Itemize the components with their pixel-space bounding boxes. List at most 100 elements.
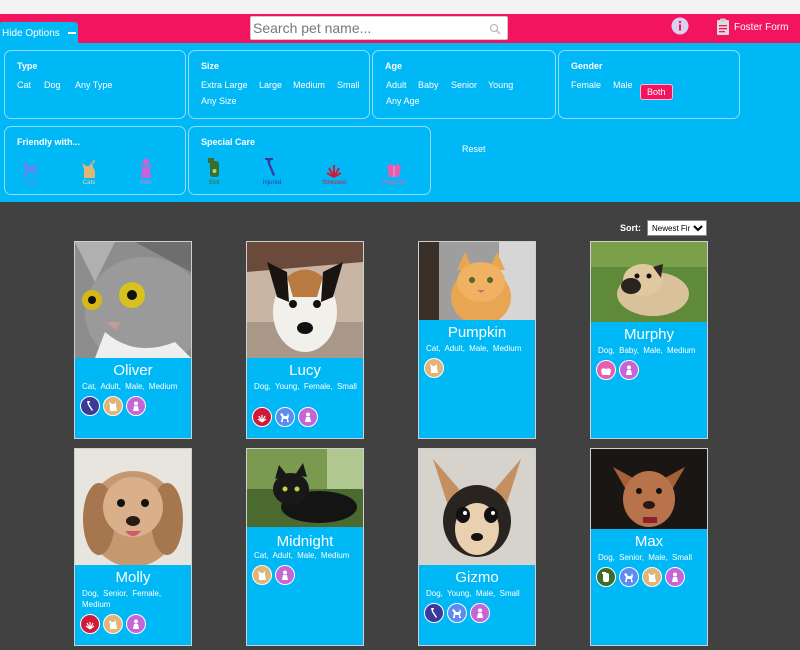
page-title-cutoff	[72, 0, 77, 11]
pet-card-midnight[interactable]: Midnight Cat, Adult, Male, Medium	[246, 448, 364, 646]
stressed-icon	[252, 407, 272, 427]
size-title: Size	[201, 61, 220, 71]
filter-options-panel: Hide Options Type Cat Dog Any Type Size …	[0, 22, 800, 202]
gender-option-male[interactable]: Male	[613, 80, 633, 90]
age-option-young[interactable]: Young	[488, 80, 513, 90]
foster-form-label: Foster Form	[734, 21, 789, 33]
pet-card-pumpkin[interactable]: Pumpkin Cat, Adult, Male, Medium	[418, 241, 536, 439]
size-option-small[interactable]: Small	[337, 80, 360, 90]
top-strip	[0, 0, 800, 14]
care-injured-option[interactable]: Injured	[257, 157, 287, 186]
pet-badges	[252, 407, 318, 427]
minus-icon	[67, 32, 76, 34]
kids-icon	[139, 158, 153, 178]
age-filter: Age Adult Baby Senior Young Any Age	[372, 50, 556, 119]
pet-card-lucy[interactable]: Lucy Dog, Young, Female, Small	[246, 241, 364, 439]
sort-control: Sort: Newest First	[620, 220, 707, 236]
friendly-title: Friendly with...	[17, 137, 81, 147]
age-option-any[interactable]: Any Age	[386, 96, 420, 106]
pet-photo-murphy	[591, 242, 707, 322]
pet-card-murphy[interactable]: Murphy Dog, Baby, Male, Medium	[590, 241, 708, 439]
kids-icon	[275, 565, 295, 585]
care-pregnant-option[interactable]: Pregnant	[379, 157, 409, 186]
cat-icon	[103, 614, 123, 634]
pet-desc: Dog, Young, Male, Small	[426, 589, 520, 598]
gender-option-both[interactable]: Both	[640, 84, 673, 100]
gender-filter: Gender Female Male Both	[558, 50, 740, 119]
kids-icon	[665, 567, 685, 587]
age-option-adult[interactable]: Adult	[386, 80, 407, 90]
search-icon[interactable]	[489, 23, 501, 35]
info-icon[interactable]	[671, 17, 689, 35]
friendly-kids-option[interactable]: Kids	[131, 157, 161, 186]
search-box	[250, 16, 508, 40]
age-option-baby[interactable]: Baby	[418, 80, 439, 90]
friendly-dogs-label: Dogs	[22, 180, 37, 186]
sort-select[interactable]: Newest First	[647, 220, 707, 236]
injured-icon	[424, 603, 444, 623]
pet-card-oliver[interactable]: Oliver Cat, Adult, Male, Medium	[74, 241, 192, 439]
gender-option-female[interactable]: Female	[571, 80, 601, 90]
pet-badges	[596, 360, 639, 380]
pet-badges	[80, 396, 146, 416]
cat-icon	[103, 396, 123, 416]
size-filter: Size Extra Large Large Medium Small Any …	[188, 50, 370, 119]
pregnant-icon	[596, 360, 616, 380]
kids-icon	[126, 396, 146, 416]
injured-icon	[80, 396, 100, 416]
age-option-senior[interactable]: Senior	[451, 80, 477, 90]
size-option-xl[interactable]: Extra Large	[201, 80, 248, 90]
pet-card-molly[interactable]: Molly Dog, Senior, Female, Medium	[74, 448, 192, 646]
friendly-cats-option[interactable]: Cats	[74, 157, 104, 186]
cat-icon	[424, 358, 444, 378]
stressed-icon	[80, 614, 100, 634]
size-option-medium[interactable]: Medium	[293, 80, 325, 90]
type-filter: Type Cat Dog Any Type	[4, 50, 186, 119]
pet-photo-gizmo	[419, 449, 535, 565]
pet-card-gizmo[interactable]: Gizmo Dog, Young, Male, Small	[418, 448, 536, 646]
pet-desc: Dog, Senior, Female, Medium	[82, 589, 162, 609]
care-injured-label: Injured	[262, 180, 282, 186]
pet-desc: Dog, Baby, Male, Medium	[598, 346, 696, 355]
foster-form-button[interactable]: Foster Form	[716, 18, 788, 36]
pet-desc: Dog, Young, Female, Small	[254, 382, 357, 391]
dog-icon	[619, 567, 639, 587]
pet-name: Pumpkin	[447, 324, 507, 341]
pet-badges	[424, 358, 444, 378]
special-care-title: Special Care	[201, 137, 256, 147]
pet-card-max[interactable]: Max Dog, Senior, Male, Small	[590, 448, 708, 646]
sick-icon	[208, 158, 219, 177]
care-stressed-option[interactable]: Stressed	[319, 157, 349, 186]
cat-icon	[82, 159, 95, 178]
friendly-dogs-option[interactable]: Dogs	[15, 157, 45, 186]
search-input[interactable]	[253, 18, 483, 38]
gender-title: Gender	[571, 61, 603, 71]
clipboard-icon	[717, 18, 729, 35]
care-sick-option[interactable]: Sick	[199, 157, 229, 186]
pet-desc: Cat, Adult, Male, Medium	[254, 551, 350, 560]
dog-icon	[275, 407, 295, 427]
pet-photo-midnight	[247, 449, 363, 527]
pet-name: Molly	[115, 569, 151, 586]
friendly-cats-label: Cats	[82, 180, 96, 186]
dog-icon	[23, 162, 37, 177]
injured-icon	[265, 158, 275, 176]
hide-options-button[interactable]: Hide Options	[0, 22, 78, 44]
pet-name: Lucy	[289, 362, 321, 379]
reset-button[interactable]: Reset	[462, 144, 486, 154]
pet-desc: Dog, Senior, Male, Small	[598, 553, 693, 562]
cat-icon	[252, 565, 272, 585]
dog-icon	[447, 603, 467, 623]
type-option-dog[interactable]: Dog	[44, 80, 61, 90]
kids-icon	[126, 614, 146, 634]
care-stressed-label: Stressed	[322, 180, 346, 186]
type-option-cat[interactable]: Cat	[17, 80, 31, 90]
type-option-any[interactable]: Any Type	[75, 80, 112, 90]
size-option-large[interactable]: Large	[259, 80, 282, 90]
pet-name: Murphy	[623, 326, 675, 343]
pet-badges	[80, 614, 146, 634]
stressed-icon	[326, 165, 342, 178]
pet-desc: Cat, Adult, Male, Medium	[426, 344, 522, 353]
size-option-any[interactable]: Any Size	[201, 96, 237, 106]
header-bar: Foster Form	[0, 14, 800, 43]
